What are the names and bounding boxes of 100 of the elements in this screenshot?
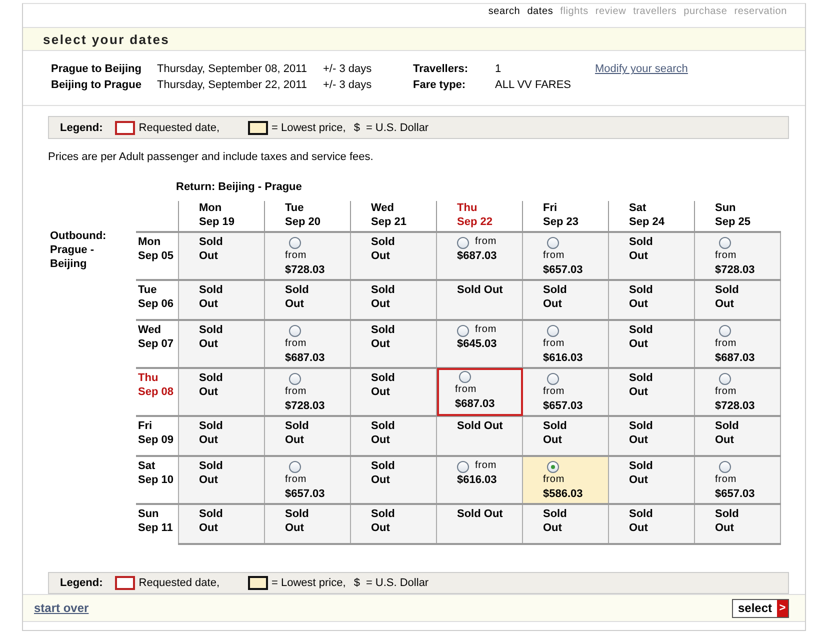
from-label: from: [285, 384, 308, 399]
radio-button[interactable]: [547, 460, 559, 473]
from-label: from: [715, 248, 738, 263]
requested-swatch: [114, 120, 135, 135]
from-label: from: [285, 472, 308, 487]
sold-out-text: Sold Out: [715, 282, 740, 311]
radio-button[interactable]: [459, 370, 471, 383]
radio-button[interactable]: [289, 236, 301, 249]
sold-out-text: Sold Out: [285, 418, 310, 447]
fare-price: $616.03: [457, 472, 498, 487]
sold-out-text: Sold Out: [457, 418, 504, 433]
fare-price: $586.03: [543, 486, 584, 501]
fare-price: $657.03: [543, 262, 584, 277]
date-flexibility: +/- 3 days: [323, 79, 373, 92]
fare-price: $657.03: [715, 486, 756, 501]
requested-swatch: [114, 576, 135, 590]
fare-price: $657.03: [543, 398, 584, 413]
fare-price: $687.03: [285, 350, 326, 365]
sold-out-text: Sold Out: [285, 506, 310, 535]
legend-text: Requested date,: [138, 122, 220, 134]
radio-button[interactable]: [547, 236, 559, 249]
sold-out-text: Sold Out: [629, 458, 654, 487]
fare-price: $728.03: [715, 262, 756, 277]
fare-price: $728.03: [285, 262, 326, 277]
from-label: from: [543, 248, 566, 263]
start-over-link[interactable]: start over: [34, 601, 89, 616]
from-label: from: [543, 336, 566, 351]
from-label: from: [475, 458, 497, 473]
sold-out-text: Sold Out: [457, 506, 504, 521]
fare-price: $687.03: [455, 396, 496, 411]
select-button[interactable]: select >: [732, 598, 789, 618]
route-label: Beijing to Prague: [51, 79, 142, 92]
fare-price: $616.03: [543, 350, 584, 365]
fare-price: $645.03: [457, 336, 498, 351]
radio-button[interactable]: [719, 372, 731, 385]
radio-button[interactable]: [457, 460, 469, 473]
radio-button[interactable]: [547, 324, 559, 337]
legend-label: Legend:: [60, 577, 103, 590]
radio-button[interactable]: [457, 236, 469, 249]
price-note: Prices are per Adult passenger and include taxes and service fees.: [48, 150, 374, 163]
radio-button[interactable]: [547, 372, 559, 385]
fare-price: $728.03: [715, 398, 756, 413]
return-label: Return: Beijing - Prague: [176, 180, 303, 193]
field-label: Fare type:: [413, 79, 467, 92]
travel-date: Thursday, September 22, 2011: [157, 79, 308, 92]
fare-price: $728.03: [285, 398, 326, 413]
outbound-label: Outbound: Prague - Beijing: [50, 228, 108, 272]
radio-button[interactable]: [719, 236, 731, 249]
from-label: from: [285, 336, 308, 351]
legend-text: Requested date,: [138, 577, 220, 590]
from-label: from: [475, 322, 497, 337]
route-label: Prague to Beijing: [51, 63, 142, 76]
legend-text: = U.S. Dollar: [366, 122, 429, 134]
sold-out-text: Sold Out: [199, 234, 224, 263]
sold-out-text: Sold Out: [543, 418, 568, 447]
fare-price: $687.03: [457, 248, 498, 263]
from-label: from: [715, 472, 738, 487]
legend-text: = U.S. Dollar: [366, 577, 429, 590]
field-label: Travellers:: [413, 63, 470, 76]
radio-button[interactable]: [457, 324, 469, 337]
from-label: from: [285, 248, 308, 263]
radio-button[interactable]: [719, 460, 731, 473]
currency-symbol: $: [354, 577, 360, 590]
sold-out-text: Sold Out: [629, 234, 654, 263]
fare-price: $657.03: [285, 486, 326, 501]
sold-out-text: Sold Out: [371, 370, 396, 399]
radio-button[interactable]: [289, 324, 301, 337]
modify-search-link[interactable]: Modify your search: [595, 63, 777, 76]
sold-out-text: Sold Out: [543, 506, 568, 535]
sold-out-text: Sold Out: [371, 234, 396, 263]
legend-label: Legend:: [60, 122, 103, 134]
field-value: ALL VV FARES: [495, 79, 572, 92]
sold-out-text: Sold Out: [629, 282, 654, 311]
page-title: select your dates: [43, 32, 170, 47]
sold-out-text: Sold Out: [371, 282, 396, 311]
field-value: 1: [495, 63, 502, 76]
sold-out-text: Sold Out: [457, 282, 504, 297]
from-label: from: [715, 336, 738, 351]
radio-button[interactable]: [719, 324, 731, 337]
from-label: from: [475, 234, 497, 249]
sold-out-text: Sold Out: [371, 506, 396, 535]
radio-button[interactable]: [289, 372, 301, 385]
radio-button[interactable]: [289, 460, 301, 473]
sold-out-text: Sold Out: [371, 458, 396, 487]
lowest-price-swatch: [248, 120, 268, 135]
sold-out-text: Sold Out: [199, 282, 224, 311]
sold-out-text: Sold Out: [199, 458, 224, 487]
from-label: from: [455, 382, 478, 397]
lowest-price-swatch: [248, 576, 268, 590]
date-flexibility: +/- 3 days: [323, 63, 373, 76]
sold-out-text: Sold Out: [715, 506, 740, 535]
legend-text: = Lowest price,: [272, 577, 346, 590]
sold-out-text: Sold Out: [371, 418, 396, 447]
sold-out-text: Sold Out: [543, 282, 568, 311]
sold-out-text: Sold Out: [629, 418, 654, 447]
sold-out-text: Sold Out: [199, 506, 224, 535]
sold-out-text: Sold Out: [371, 322, 396, 351]
sold-out-text: Sold Out: [629, 506, 654, 535]
from-label: from: [543, 472, 566, 487]
sold-out-text: Sold Out: [629, 370, 654, 399]
